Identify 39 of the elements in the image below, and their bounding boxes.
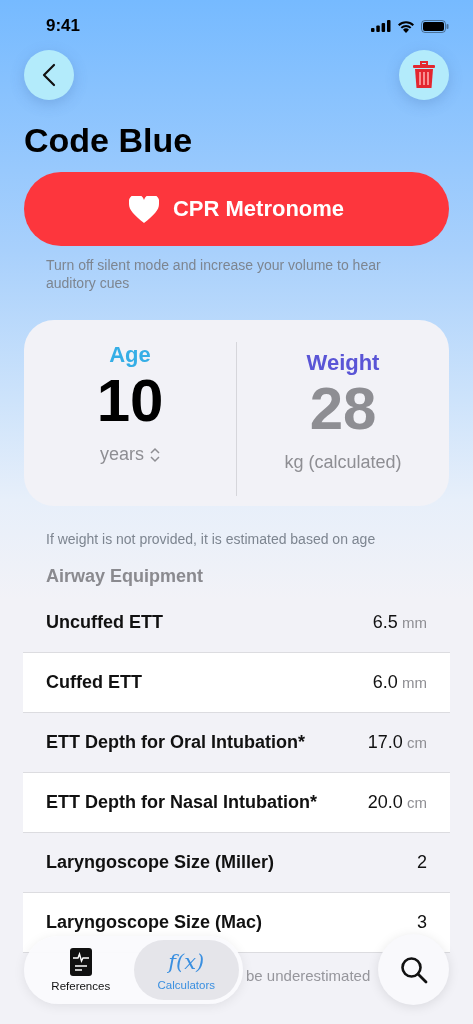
wifi-icon	[397, 19, 415, 33]
weight-note: If weight is not provided, it is estimated based on age	[46, 530, 377, 548]
row-value: 6.5 mm	[372, 612, 427, 633]
function-icon: f(x)	[168, 949, 205, 975]
row-label: ETT Depth for Oral Intubation*	[46, 732, 305, 753]
row-label: Laryngoscope Size (Miller)	[46, 852, 275, 873]
weight-value: 28	[309, 376, 377, 442]
age-unit-picker[interactable]: years	[100, 444, 160, 465]
row-value: 20.0 cm	[367, 792, 427, 813]
weight-label: Weight	[306, 350, 380, 376]
row-label: Laryngoscope Size (Mac)	[46, 912, 263, 933]
footnote: be underestimated	[246, 967, 371, 984]
metronome-note: Turn off silent mode and increase your volume to hear auditory cues	[46, 256, 382, 292]
age-value: 10	[96, 368, 164, 434]
tab[interactable]: References	[28, 940, 134, 1000]
row-value: 6.0 mm	[372, 672, 427, 693]
row-label: Uncuffed ETT	[46, 612, 163, 633]
delete-button[interactable]	[399, 50, 449, 100]
section-title: Airway Equipment	[46, 566, 205, 587]
row-label: ETT Depth for Nasal Intubation*	[46, 792, 317, 813]
heart-icon	[128, 195, 159, 223]
back-button[interactable]	[24, 50, 74, 100]
status-time: 9:41	[46, 16, 81, 36]
row-value: 2	[417, 852, 427, 873]
row-label: Cuffed ETT	[46, 672, 142, 693]
page-title: Code Blue	[24, 120, 194, 160]
row-value: 17.0 cm	[367, 732, 427, 753]
chevron-left-icon	[42, 63, 56, 87]
tab[interactable]: f(x) Calculators	[133, 940, 239, 1000]
chevron-updown-icon	[150, 446, 160, 463]
weight-unit: kg (calculated)	[284, 452, 402, 473]
document-icon	[69, 948, 92, 976]
cpr-metronome-button[interactable]: CPR Metronome	[24, 172, 449, 246]
row-value: 3	[417, 912, 427, 933]
age-label: Age	[109, 342, 151, 368]
battery-icon	[421, 19, 449, 33]
trash-icon	[413, 61, 435, 89]
signal-icon	[371, 20, 391, 32]
search-icon	[399, 955, 428, 984]
